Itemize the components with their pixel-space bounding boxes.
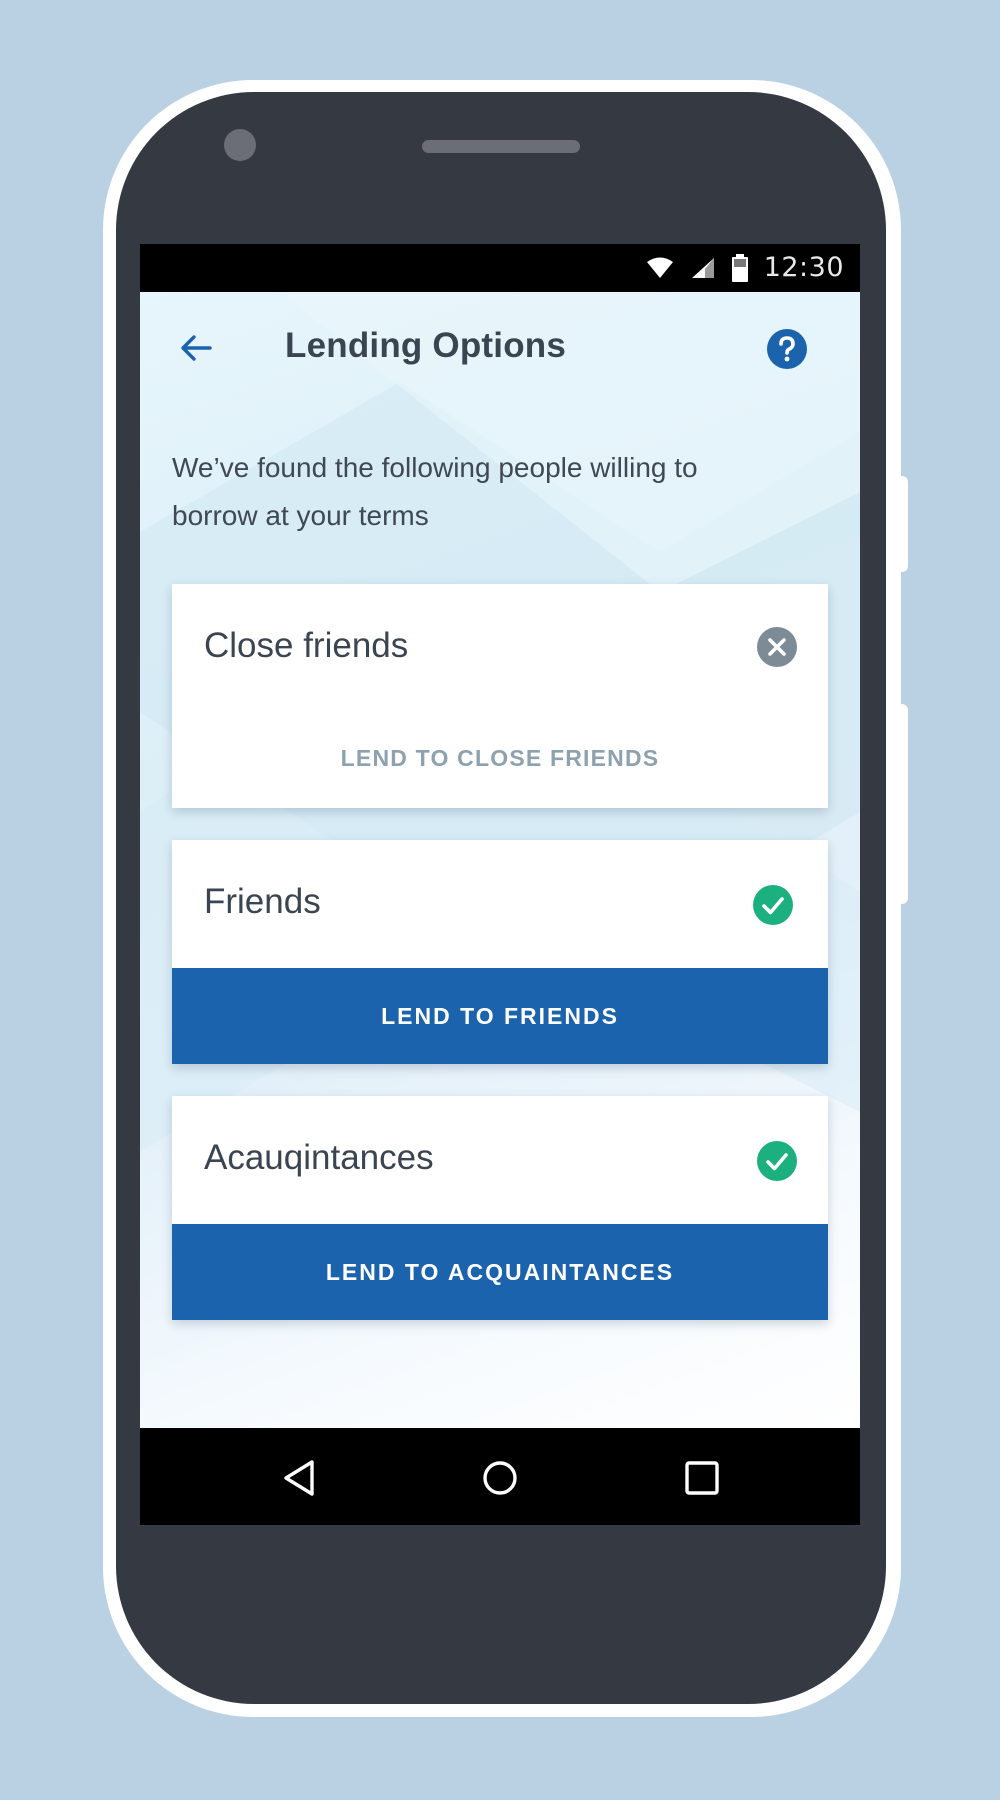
intro-text: We’ve found the following people willing… xyxy=(172,452,698,531)
earpiece-speaker xyxy=(422,140,580,153)
recents-square-icon[interactable] xyxy=(682,1458,722,1498)
question-circle-icon[interactable] xyxy=(766,328,808,370)
device-side-button-bottom xyxy=(898,704,908,904)
status-time: 12:30 xyxy=(763,252,844,283)
home-circle-icon[interactable] xyxy=(480,1458,520,1498)
app-bar: Lending Options xyxy=(140,292,860,402)
lending-card-friends: Friends LEND TO FRIENDS xyxy=(172,840,828,1064)
app-screen: Lending Options We’ve found the followin… xyxy=(140,292,860,1428)
status-bar: 12:30 xyxy=(140,244,860,292)
device-side-button-top xyxy=(898,476,908,572)
close-circle-icon[interactable] xyxy=(756,626,798,668)
lending-card-acquaintances: Acauqintances LEND TO ACQUAINTANCES xyxy=(172,1096,828,1320)
front-camera xyxy=(224,129,256,161)
card-title: Friends xyxy=(204,882,321,921)
card-title: Acauqintances xyxy=(204,1138,434,1177)
card-title: Close friends xyxy=(204,626,409,665)
battery-icon xyxy=(731,253,748,282)
arrow-left-icon[interactable] xyxy=(176,328,216,368)
check-circle-icon xyxy=(753,885,793,925)
lend-to-friends-button[interactable]: LEND TO FRIENDS xyxy=(172,968,828,1064)
back-triangle-icon[interactable] xyxy=(280,1458,320,1498)
lending-card-close-friends: Close friends LEND TO CLOSE FRIENDS xyxy=(172,584,828,808)
cellular-signal-icon xyxy=(691,257,714,278)
lend-to-close-friends-button[interactable]: LEND TO CLOSE FRIENDS xyxy=(172,708,828,808)
check-circle-icon xyxy=(757,1141,797,1181)
device-screen: 12:30 Lending Options We’ve found the fo… xyxy=(140,244,860,1525)
lend-to-acquaintances-button[interactable]: LEND TO ACQUAINTANCES xyxy=(172,1224,828,1320)
wifi-icon xyxy=(646,257,673,278)
system-nav-bar xyxy=(140,1428,860,1525)
page-title: Lending Options xyxy=(285,326,567,365)
